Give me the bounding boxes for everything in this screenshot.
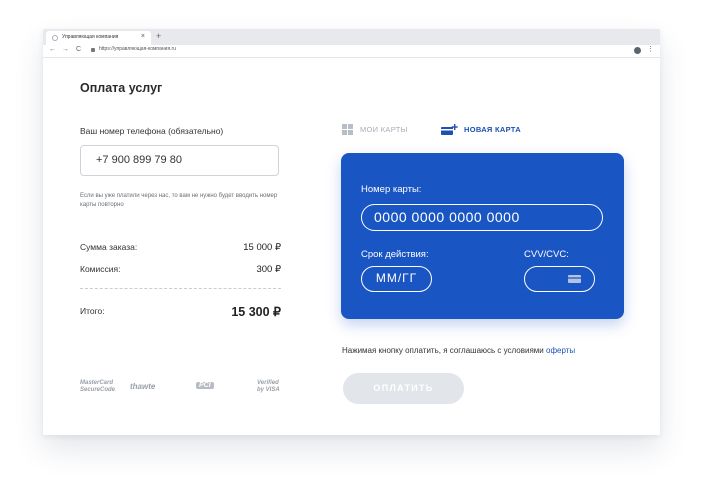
cvv-label: CVV/CVC: — [524, 249, 569, 260]
total-value: 15 300 ₽ — [231, 305, 281, 319]
card-form: Номер карты: 0000 0000 0000 0000 Срок де… — [341, 153, 624, 319]
tab-my-cards[interactable]: МОИ КАРТЫ — [342, 125, 408, 134]
order-sum-row: Сумма заказа: 15 000 ₽ — [80, 242, 281, 253]
reload-icon[interactable]: C — [76, 46, 81, 53]
order-sum-label: Сумма заказа: — [80, 242, 138, 252]
lock-icon — [91, 48, 95, 52]
profile-avatar[interactable] — [634, 47, 641, 54]
card-number-input[interactable]: 0000 0000 0000 0000 — [361, 204, 603, 231]
pay-button[interactable]: ОПЛАТИТЬ — [343, 373, 464, 404]
page-title: Оплата услуг — [80, 81, 163, 95]
browser-tab[interactable]: Управляющая компания × — [46, 31, 151, 45]
offer-link[interactable]: оферты — [546, 346, 575, 355]
expiry-input[interactable]: ММ/ГГ — [361, 266, 432, 292]
browser-tabbar: Управляющая компания × + — [43, 29, 660, 45]
verified-by-visa-logo: Verified by VISA — [257, 380, 280, 393]
agreement-label: Нажимая кнопку оплатить, я соглашаюсь с … — [342, 346, 546, 355]
menu-icon[interactable]: ⋮ — [647, 45, 654, 53]
pci-logo: PCI — [196, 382, 214, 389]
fee-label: Комиссия: — [80, 264, 121, 274]
back-icon[interactable]: ← — [49, 46, 56, 53]
mastercard-securecode-logo: MasterCard SecureCode — [80, 380, 116, 393]
fee-row: Комиссия: 300 ₽ — [80, 264, 281, 275]
address-bar: ← → C https://управляющая-компания.ru ⋮ — [43, 45, 660, 58]
cvv-input[interactable] — [524, 266, 595, 292]
fee-value: 300 ₽ — [256, 264, 281, 275]
order-sum-value: 15 000 ₽ — [243, 242, 281, 253]
total-row: Итого: 15 300 ₽ — [80, 305, 281, 319]
browser-window: Управляющая компания × + ← → C https://у… — [43, 29, 660, 435]
phone-label: Ваш номер телефона (обязательно) — [80, 126, 224, 136]
tab-new-card[interactable]: НОВАЯ КАРТА — [441, 125, 521, 134]
security-logos: MasterCard SecureCode thawte PCI Verifie… — [80, 380, 290, 400]
new-tab-button[interactable]: + — [156, 31, 161, 41]
expiry-label: Срок действия: — [361, 249, 429, 260]
tab-title: Управляющая компания — [62, 34, 119, 40]
agreement-text: Нажимая кнопку оплатить, я соглашаюсь с … — [342, 346, 575, 355]
card-back-icon — [568, 275, 581, 283]
phone-input[interactable]: +7 900 899 79 80 — [80, 145, 279, 176]
tab-close-icon[interactable]: × — [141, 33, 145, 40]
total-label: Итого: — [80, 306, 105, 316]
summary-divider — [80, 288, 281, 289]
phone-hint: Если вы уже платили через нас, то вам не… — [80, 193, 278, 208]
forward-icon[interactable]: → — [62, 46, 69, 53]
favicon-icon — [52, 35, 58, 41]
url-field[interactable]: https://управляющая-компания.ru — [99, 46, 176, 52]
thawte-logo: thawte — [130, 382, 156, 391]
card-number-label: Номер карты: — [361, 184, 422, 195]
